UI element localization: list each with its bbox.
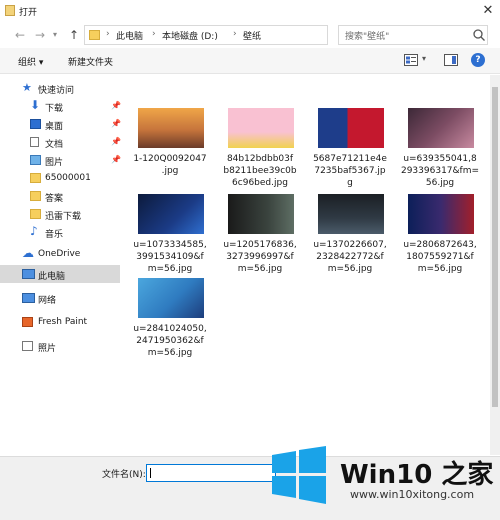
file-name: 5687e71211e4e 7235baf5367.jp g [313,154,387,188]
image-thumbnail [318,108,384,148]
folder-icon [30,191,41,201]
computer-icon [22,269,35,279]
sidebar-item-label: Fresh Paint [38,317,88,327]
organize-button[interactable]: 组织 ▾ [18,55,43,68]
sidebar-item-documents[interactable]: 文档 📌 [0,133,121,151]
breadcrumb-this-pc[interactable]: 此电脑 [116,29,143,42]
sidebar-item-label: 下载 [45,104,64,114]
pin-icon: 📌 [111,137,121,146]
back-arrow-icon[interactable]: ← [12,26,28,44]
chevron-down-icon[interactable]: ▾ [422,54,426,63]
file-name-label: 文件名(N): [102,470,146,480]
sidebar-item-label: 迅雷下载 [45,212,82,222]
title-bar: 打开 ✕ [0,0,500,22]
chevron-right-icon: › [233,29,237,39]
chevron-right-icon: › [106,29,110,39]
up-arrow-icon[interactable]: ↑ [66,26,82,44]
image-thumbnail [318,194,384,234]
image-thumbnail [408,194,474,234]
window-title: 打开 [19,8,38,18]
folder-icon [30,173,41,183]
sidebar-item-downloads[interactable]: ⬇ 下载 📌 [0,97,121,115]
file-name-input[interactable] [146,464,276,482]
cloud-icon: ☁ [22,246,34,260]
picture-icon [30,155,41,165]
sidebar-item-fresh-paint[interactable]: Fresh Paint [0,313,120,331]
sidebar-item-label: OneDrive [38,249,81,259]
sidebar-item-label: 音乐 [45,230,64,240]
navigation-bar: ← → ▾ ↑ › 此电脑 › 本地磁盘 (D:) › 壁纸 ▾ ↻ 搜索"壁纸… [0,22,500,48]
pin-icon: 📌 [111,119,121,128]
photos-icon [22,341,33,351]
file-name: u=1370226607, 2328422772&f m=56.jpg [313,240,387,274]
image-thumbnail [138,194,204,234]
sidebar-item-photos[interactable]: 照片 [0,337,120,355]
document-icon [30,137,39,147]
desktop-icon [30,119,41,129]
sidebar-item-onedrive[interactable]: ☁ OneDrive [0,245,120,263]
navigation-pane: ★ 快速访问 ⬇ 下载 📌 桌面 📌 文档 📌 图片 📌 65000001 答案… [0,75,121,455]
image-thumbnail [228,194,294,234]
search-box[interactable]: 搜索"壁纸" [338,25,488,45]
file-name: u=639355041,8 293396317&fm= 56.jpg [400,154,480,188]
sidebar-item-label: 照片 [38,344,57,354]
pin-icon: 📌 [111,155,121,164]
image-thumbnail [408,108,474,148]
file-name: 1-120Q0092047 .jpg [133,154,207,176]
breadcrumb-local-disk[interactable]: 本地磁盘 (D:) [162,29,218,42]
file-name: u=1073334585, 3991534109&f m=56.jpg [133,240,207,274]
image-thumbnail [138,108,204,148]
watermark-url: www.win10xitong.com [350,488,475,501]
sidebar-item-quick-access[interactable]: ★ 快速访问 [0,79,120,97]
music-icon: ♪ [30,224,38,238]
sidebar-item-label: 快速访问 [38,86,75,96]
search-icon[interactable] [472,28,486,42]
file-name: u=2806872643, 1807559271&f m=56.jpg [403,240,477,274]
image-thumbnail [228,108,294,148]
sidebar-item-network[interactable]: 网络 [0,289,120,307]
sidebar-item-pictures[interactable]: 图片 📌 [0,151,121,169]
command-bar: 组织 ▾ 新建文件夹 ▾ ? [0,48,500,74]
sidebar-item-answers[interactable]: 答案 [0,187,120,205]
star-icon: ★ [22,81,32,94]
sidebar-item-65000001[interactable]: 65000001 [0,169,120,187]
folder-icon [5,5,15,16]
breadcrumb-wallpaper[interactable]: 壁纸 [243,29,261,42]
sidebar-item-label: 桌面 [45,122,64,132]
scrollbar-thumb[interactable] [492,87,498,407]
file-name: u=1205176836, 3273996997&f m=56.jpg [223,240,297,274]
file-name: u=2841024050, 2471950362&f m=56.jpg [133,324,207,358]
sidebar-item-label: 网络 [38,296,57,306]
chevron-right-icon: › [152,29,156,39]
image-thumbnail [138,278,204,318]
file-name: 84b12bdbb03f b8211bee39c0b 6c96bed.jpg [223,154,297,188]
windows-logo [272,446,326,504]
freshpaint-icon [22,317,33,327]
address-bar[interactable]: › 此电脑 › 本地磁盘 (D:) › 壁纸 ▾ ↻ [84,25,407,45]
folder-icon [30,209,41,219]
search-input[interactable]: 搜索"壁纸" [345,29,389,42]
forward-arrow-icon[interactable]: → [32,26,48,44]
view-options-icon[interactable] [404,54,418,66]
sidebar-item-desktop[interactable]: 桌面 📌 [0,115,121,133]
sidebar-item-label: 图片 [45,158,64,168]
preview-pane-icon[interactable] [444,54,458,66]
vertical-scrollbar[interactable] [490,75,500,455]
download-icon: ⬇ [30,98,41,112]
close-icon[interactable]: ✕ [478,2,498,20]
sidebar-item-label: 此电脑 [38,272,66,282]
network-icon [22,293,35,303]
sidebar-item-this-pc[interactable]: 此电脑 [0,265,120,283]
sidebar-item-music[interactable]: ♪ 音乐 [0,223,120,241]
new-folder-button[interactable]: 新建文件夹 [68,55,113,68]
sidebar-item-label: 文档 [45,140,64,150]
watermark-brand: Win10 之家 [340,460,494,490]
sidebar-item-xunlei-downloads[interactable]: 迅雷下载 [0,205,120,223]
folder-icon [89,30,100,40]
chevron-down-icon[interactable]: ▾ [50,27,60,43]
sidebar-item-label: 65000001 [45,173,91,183]
help-icon[interactable]: ? [471,53,485,67]
pin-icon: 📌 [111,101,121,110]
sidebar-item-label: 答案 [45,194,64,204]
